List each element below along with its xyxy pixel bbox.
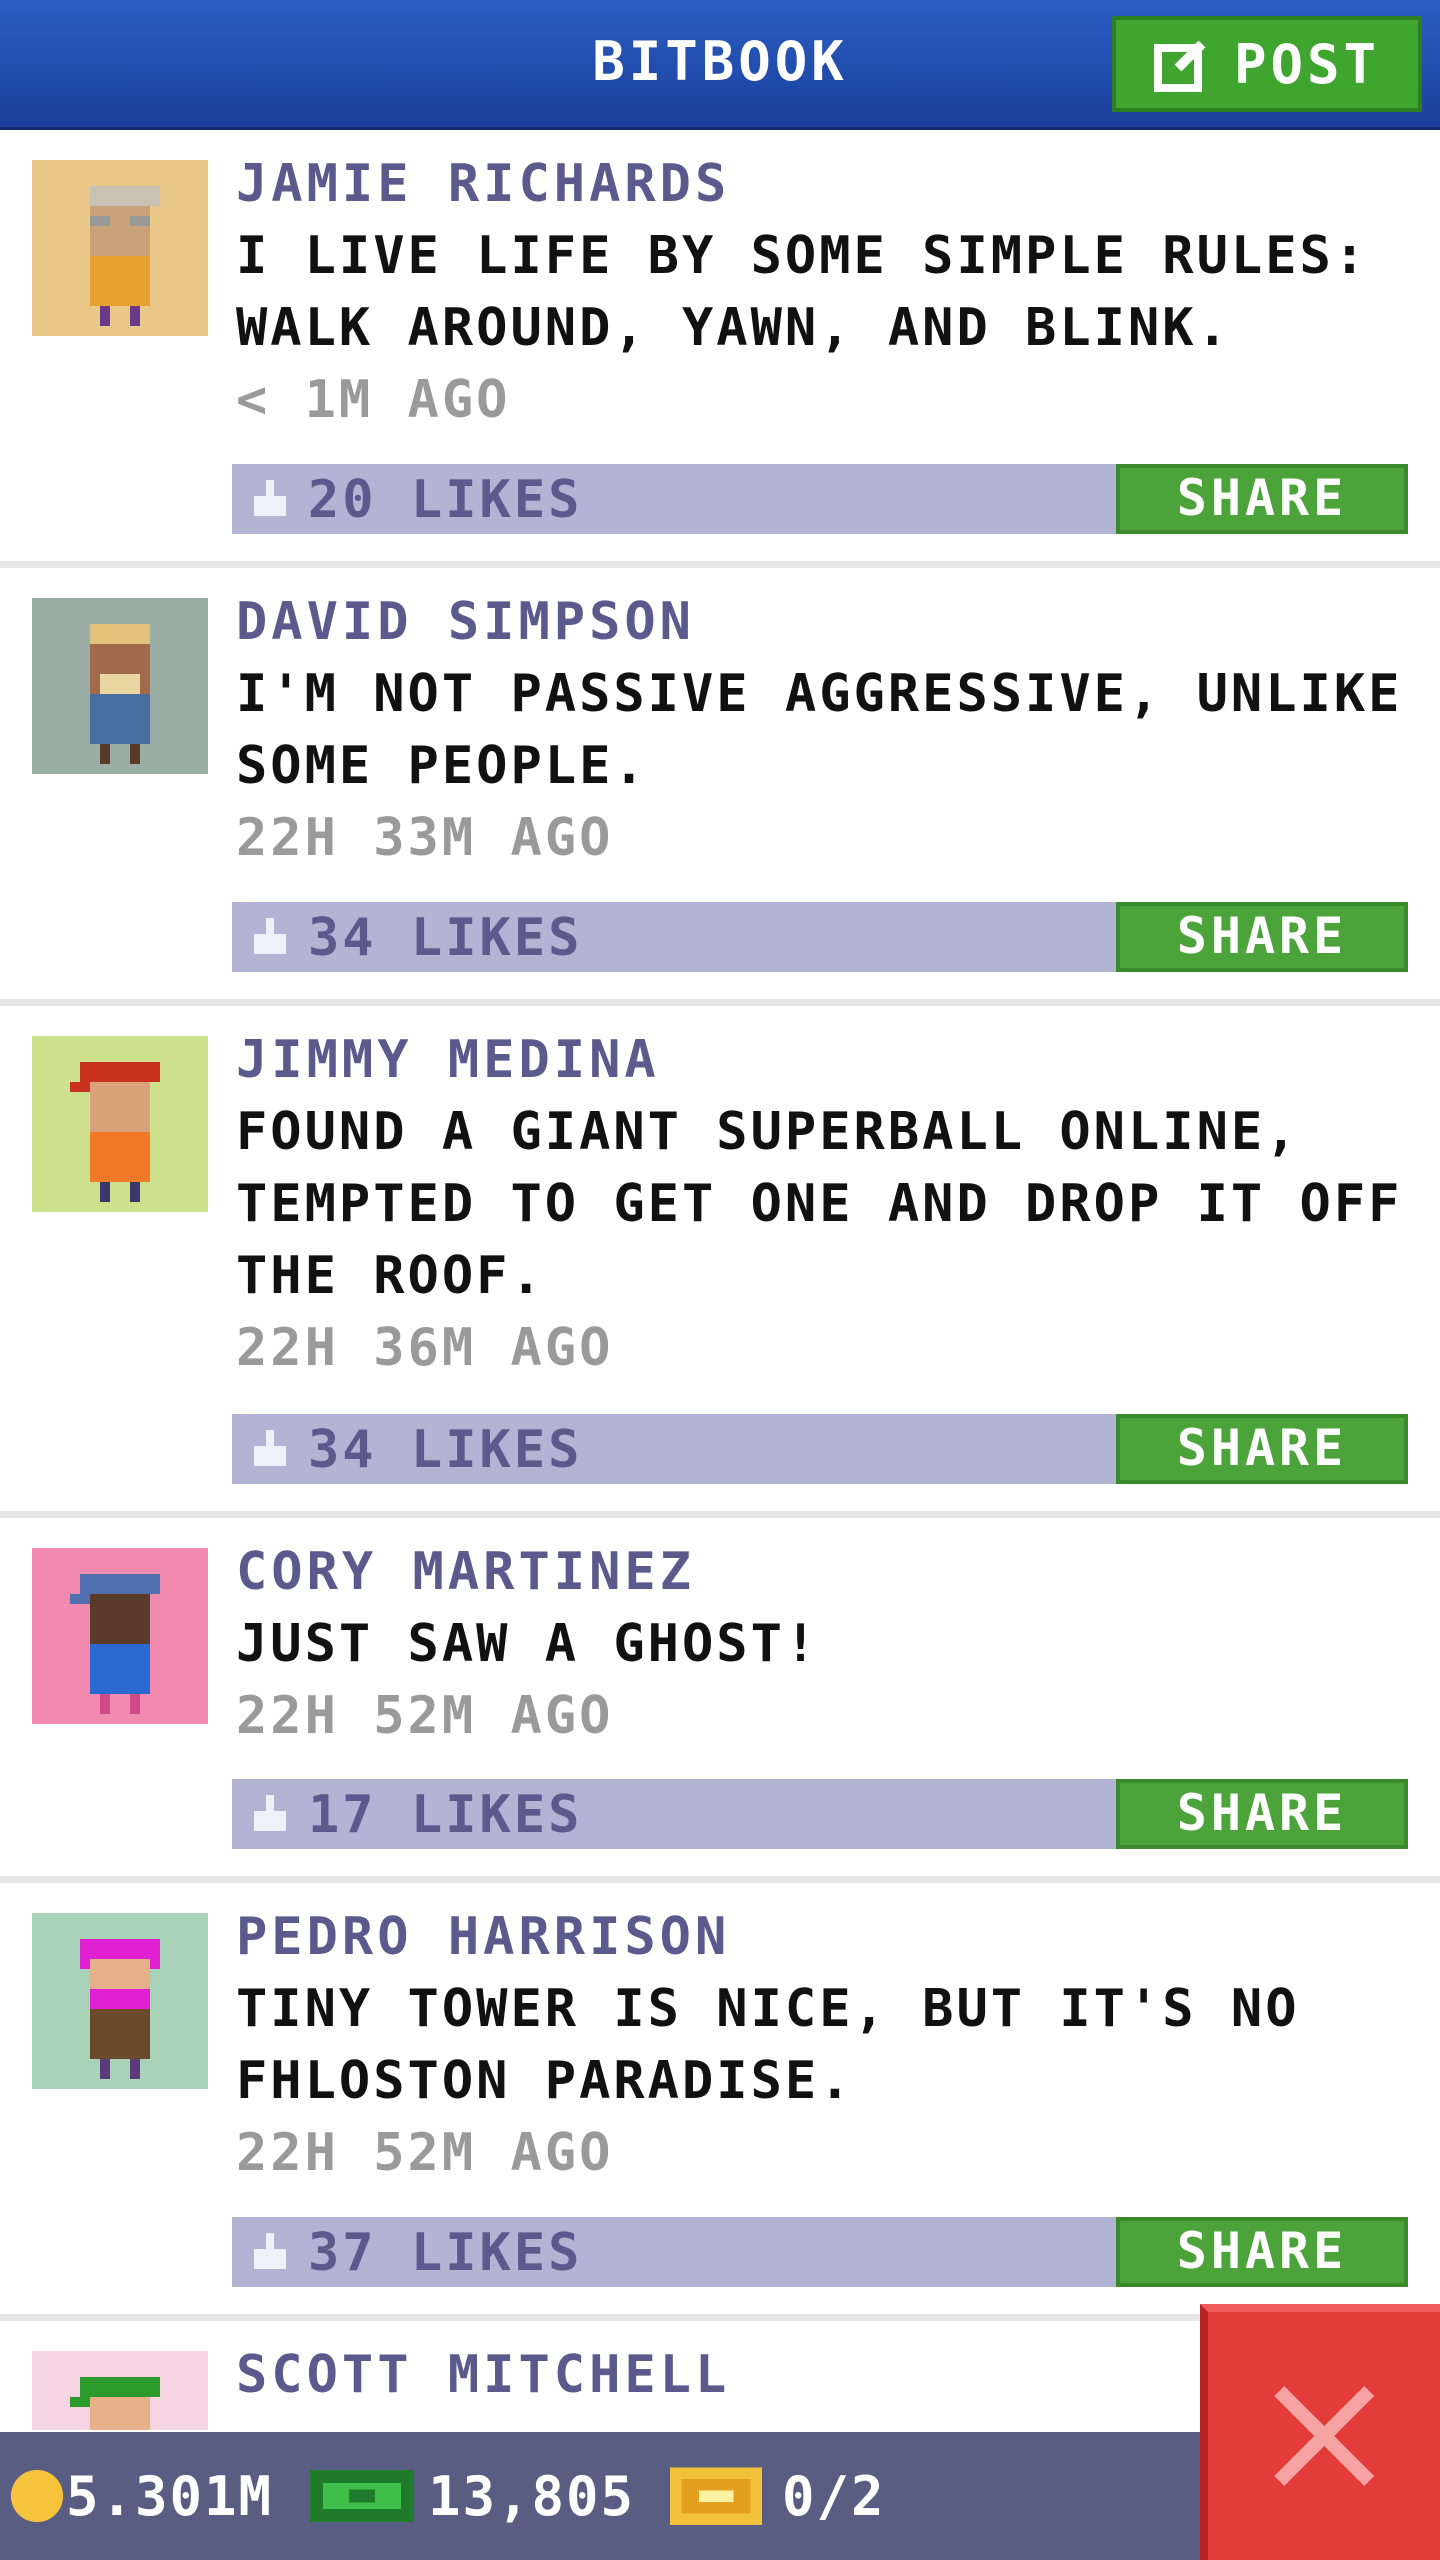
avatar [32,1913,208,2089]
app-header: BITBOOK POST [0,0,1440,130]
thumbs-up-icon [254,1430,286,1466]
close-button[interactable] [1200,2304,1440,2560]
post-button[interactable]: POST [1112,16,1422,112]
feed-post: DAVID SIMPSON I'M NOT PASSIVE AGGRESSIVE… [0,568,1440,1006]
like-count: 37 LIKES [308,2223,583,2283]
like-count: 17 LIKES [308,1785,583,1845]
share-button[interactable]: SHARE [1116,902,1408,972]
avatar [32,2351,208,2430]
avatar [32,598,208,774]
post-author[interactable]: JIMMY MEDINA [236,1024,1406,1096]
like-bar[interactable]: 34 LIKES SHARE [232,1414,1408,1484]
post-time: 22H 52M AGO [236,1686,614,1746]
post-text: I LIVE LIFE BY SOME SIMPLE RULES: WALK A… [236,226,1369,358]
thumbs-up-icon [254,1795,286,1831]
post-text: I'M NOT PASSIVE AGGRESSIVE, UNLIKE SOME … [236,664,1403,796]
post-text: TINY TOWER IS NICE, BUT IT'S NO FHLOSTON… [236,1979,1300,2111]
coins-value: 5.301M [66,2464,274,2528]
coins-counter: 5.301M [8,2432,273,2560]
post-text: FOUND A GIANT SUPERBALL ONLINE, TEMPTED … [236,1102,1403,1306]
thumbs-up-icon [254,2233,286,2269]
ticket-icon [670,2467,762,2525]
post-time: 22H 33M AGO [236,808,614,868]
like-bar[interactable]: 37 LIKES SHARE [232,2217,1408,2287]
close-icon [1274,2386,1374,2486]
avatar [32,1548,208,1724]
share-button[interactable]: SHARE [1116,2217,1408,2287]
like-count: 34 LIKES [308,908,583,968]
feed-post: JIMMY MEDINA FOUND A GIANT SUPERBALL ONL… [0,1006,1440,1518]
post-time: < 1M AGO [236,370,511,430]
post-author[interactable]: PEDRO HARRISON [236,1901,1406,1973]
avatar [32,160,208,336]
tickets-value: 0/2 [782,2464,886,2528]
share-button[interactable]: SHARE [1116,1779,1408,1849]
bux-counter: 13,805 [310,2432,635,2560]
share-button[interactable]: SHARE [1116,1414,1408,1484]
tickets-counter: 0/2 [670,2432,886,2560]
thumbs-up-icon [254,918,286,954]
feed-post: JAMIE RICHARDS I LIVE LIFE BY SOME SIMPL… [0,130,1440,568]
feed-post: PEDRO HARRISON TINY TOWER IS NICE, BUT I… [0,1883,1440,2321]
post-author[interactable]: JAMIE RICHARDS [236,148,1406,220]
like-bar[interactable]: 17 LIKES SHARE [232,1779,1408,1849]
avatar [32,1036,208,1212]
thumbs-up-icon [254,480,286,516]
like-bar[interactable]: 34 LIKES SHARE [232,902,1408,972]
post-button-label: POST [1233,32,1381,96]
post-author[interactable]: CORY MARTINEZ [236,1536,1406,1608]
like-count: 20 LIKES [308,470,583,530]
coin-icon [10,2469,64,2523]
feed-post: CORY MARTINEZ JUST SAW A GHOST! 22H 52M … [0,1518,1440,1883]
compose-icon [1153,40,1206,92]
like-count: 34 LIKES [308,1420,583,1480]
post-time: 22H 52M AGO [236,2123,614,2183]
bitbook-feed[interactable]: JAMIE RICHARDS I LIVE LIFE BY SOME SIMPL… [0,130,1440,2430]
like-bar[interactable]: 20 LIKES SHARE [232,464,1408,534]
post-author[interactable]: DAVID SIMPSON [236,586,1406,658]
post-text: JUST SAW A GHOST! [236,1614,820,1674]
share-button[interactable]: SHARE [1116,464,1408,534]
bux-value: 13,805 [428,2464,636,2528]
bux-icon [310,2470,414,2522]
post-time: 22H 36M AGO [236,1318,614,1378]
